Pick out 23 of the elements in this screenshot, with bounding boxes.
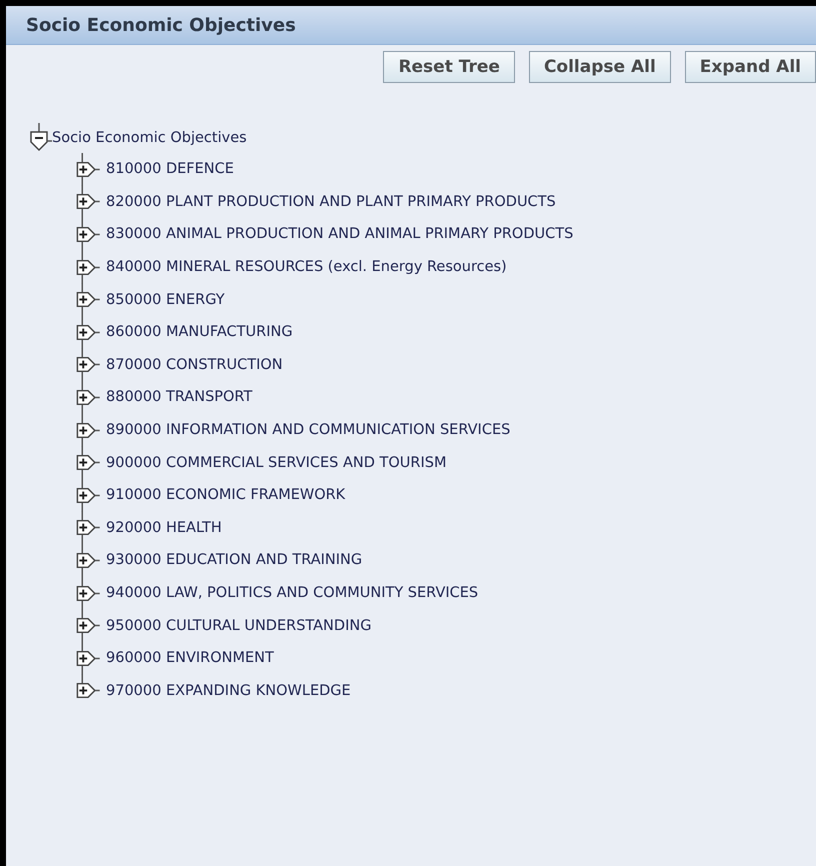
tree-node-label[interactable]: 880000 TRANSPORT: [106, 389, 252, 406]
tree-button[interactable]: Collapse All: [528, 51, 671, 83]
tree-node-label[interactable]: 910000 ECONOMIC FRAMEWORK: [106, 487, 346, 504]
tree-node-label[interactable]: 960000 ENVIRONMENT: [106, 650, 274, 666]
tree-node-label[interactable]: 920000 HEALTH: [106, 520, 222, 536]
tree-node-label[interactable]: 930000 EDUCATION AND TRAINING: [106, 552, 362, 568]
tree-button[interactable]: Expand All: [684, 51, 816, 83]
panel-title: Socio Economic Objectives: [26, 14, 296, 36]
tree-node-label[interactable]: 830000 ANIMAL PRODUCTION AND ANIMAL PRIMARY PRODUCTS: [106, 226, 574, 242]
tree-node-label[interactable]: 860000 MANUFACTURING: [106, 324, 293, 340]
tree-button[interactable]: Reset Tree: [383, 51, 515, 83]
tree-node-label[interactable]: 850000 ENERGY: [106, 292, 225, 308]
tree-node-label[interactable]: Socio Economic Objectives: [52, 130, 247, 146]
tree-node-label[interactable]: 900000 COMMERCIAL SERVICES AND TOURISM: [106, 454, 446, 471]
collapse-toggle-icon[interactable]: [28, 123, 52, 153]
tree-node-label[interactable]: 950000 CULTURAL UNDERSTANDING: [106, 618, 372, 634]
tree-node-label[interactable]: 970000 EXPANDING KNOWLEDGE: [106, 682, 351, 699]
tree-node-label[interactable]: 890000 INFORMATION AND COMMUNICATION SERVICES: [106, 422, 510, 438]
tree-node-label[interactable]: 940000 LAW, POLITICS AND COMMUNITY SERVICES: [106, 585, 478, 602]
tree-node-label[interactable]: 840000 MINERAL RESOURCES (excl. Energy Resources): [106, 259, 507, 276]
tree-node-label[interactable]: 870000 CONSTRUCTION: [106, 356, 283, 373]
tree-node-label[interactable]: 810000 DEFENCE: [106, 161, 234, 178]
tree-node-label[interactable]: 820000 PLANT PRODUCTION AND PLANT PRIMARY PRODUCTS: [106, 194, 556, 210]
